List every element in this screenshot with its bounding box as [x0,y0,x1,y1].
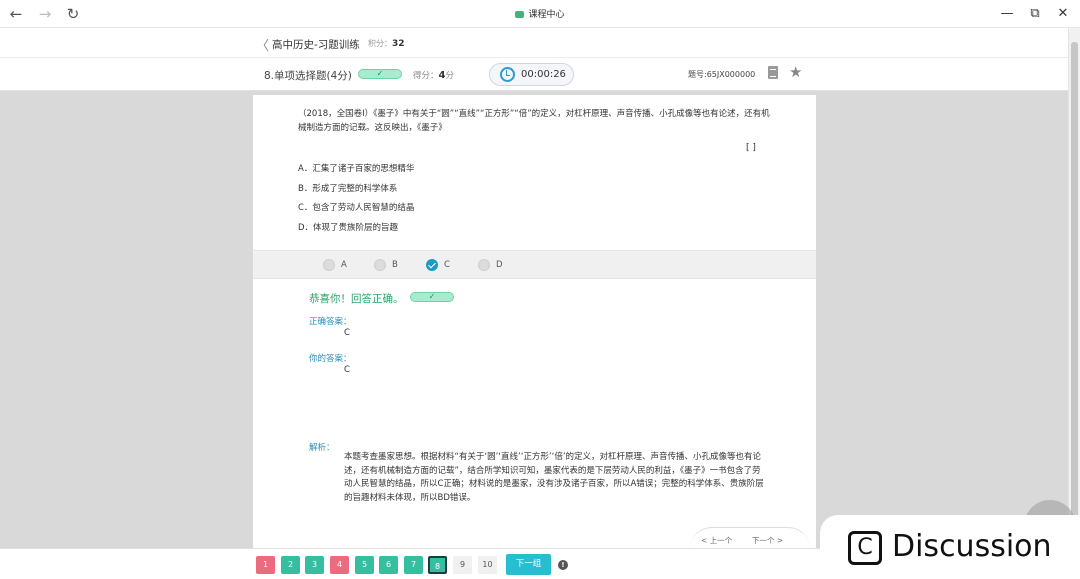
correct-answer-value: C [344,328,350,338]
analysis-text: 本题考查墨家思想。根据材料“有关于‘圆’‘直线’‘正方形’‘倍’的定义，对杠杆原… [344,452,764,503]
radio-a-label[interactable]: A [341,260,347,270]
analysis-label: 解析： [309,443,335,453]
course-header: 〈 高中历史-习题训练 积分：32 [0,28,1068,58]
question-2-button[interactable]: 2 [281,556,300,574]
back-chevron-icon[interactable]: 〈 [256,35,269,54]
radio-d[interactable] [478,259,490,271]
discussion-label: Discussion [892,529,1052,564]
points-label: 积分： [368,39,392,48]
minimize-icon[interactable]: — [996,4,1018,24]
radio-c-label[interactable]: C [444,260,450,270]
question-8-button-current[interactable]: 8 [428,556,447,574]
question-7-button[interactable]: 7 [404,556,423,574]
timer: 00:00:26 [489,63,574,86]
next-group-button[interactable]: 下一组 [506,554,551,575]
points-display: 积分：32 [368,38,405,49]
question-id: 题号:65JX000000 [688,70,756,79]
discussion-overlay[interactable]: C Discussion [820,515,1080,579]
question-info-bar: 8.单项选择题(4分) ✓ 得分：4分 00:00:26 题号:65JX0000… [0,58,1068,91]
option-c: C．包含了劳动人民智慧的结晶 [298,203,415,213]
question-1-button[interactable]: 1 [256,556,275,574]
course-title: 高中历史-习题训练 [272,39,360,51]
discussion-c-icon: C [848,531,882,565]
question-9-button[interactable]: 9 [453,556,472,574]
window-title-text: 课程中心 [528,10,565,20]
restore-icon[interactable]: ⧉ [1024,4,1046,24]
answer-bracket: [ ] [746,143,756,153]
radio-b[interactable] [374,259,386,271]
answer-choices: A B C D [253,250,816,279]
result-check-pill: ✓ [410,292,454,302]
timer-value: 00:00:26 [521,69,566,80]
question-4-button[interactable]: 4 [330,556,349,574]
question-type: 8.单项选择题(4分) [264,70,352,82]
scrollbar[interactable] [1068,28,1080,548]
alarm-clock-icon [500,67,515,82]
your-answer-value: C [344,365,350,375]
app-logo-icon [515,11,525,18]
radio-a[interactable] [323,259,335,271]
next-question-link[interactable]: 下一个 > [752,535,783,546]
scrollbar-thumb[interactable] [1071,42,1078,532]
score-obtained-label: 得分： [413,71,439,81]
result-message: 恭喜你！回答正确。 [309,293,404,305]
star-icon[interactable]: ★ [789,63,802,81]
question-stem: （2018，全国卷Ⅰ）《墨子》中有关于“圆”“直线”“正方形”“倍”的定义，对杠… [298,109,770,133]
radio-b-label[interactable]: B [392,260,398,270]
question-5-button[interactable]: 5 [355,556,374,574]
option-a: A．汇集了诸子百家的思想精华 [298,164,415,174]
option-b: B．形成了完整的科学体系 [298,184,398,194]
question-6-button[interactable]: 6 [379,556,398,574]
option-d: D．体现了贵族阶层的旨趣 [298,223,399,233]
score-unit: 分 [445,71,454,81]
question-3-button[interactable]: 3 [305,556,324,574]
points-value: 32 [392,39,405,49]
correct-status-pill: ✓ [358,69,402,79]
question-card: （2018，全国卷Ⅰ）《墨子》中有关于“圆”“直线”“正方形”“倍”的定义，对杠… [253,95,816,548]
info-icon[interactable]: ! [558,560,568,570]
correct-answer-label: 正确答案： [309,317,352,327]
prev-question-link[interactable]: < 上一个 [701,535,732,546]
close-icon[interactable]: ✕ [1052,4,1074,24]
your-answer-label: 你的答案： [309,354,352,364]
radio-c-selected[interactable] [426,259,438,271]
document-icon[interactable] [768,66,778,79]
title-bar: ← → ↻ 课程中心 — ⧉ ✕ [0,0,1080,28]
window-title: 课程中心 [0,7,1080,20]
radio-d-label[interactable]: D [496,260,503,270]
question-10-button[interactable]: 10 [478,556,497,574]
score-obtained: 得分：4分 [413,69,454,81]
